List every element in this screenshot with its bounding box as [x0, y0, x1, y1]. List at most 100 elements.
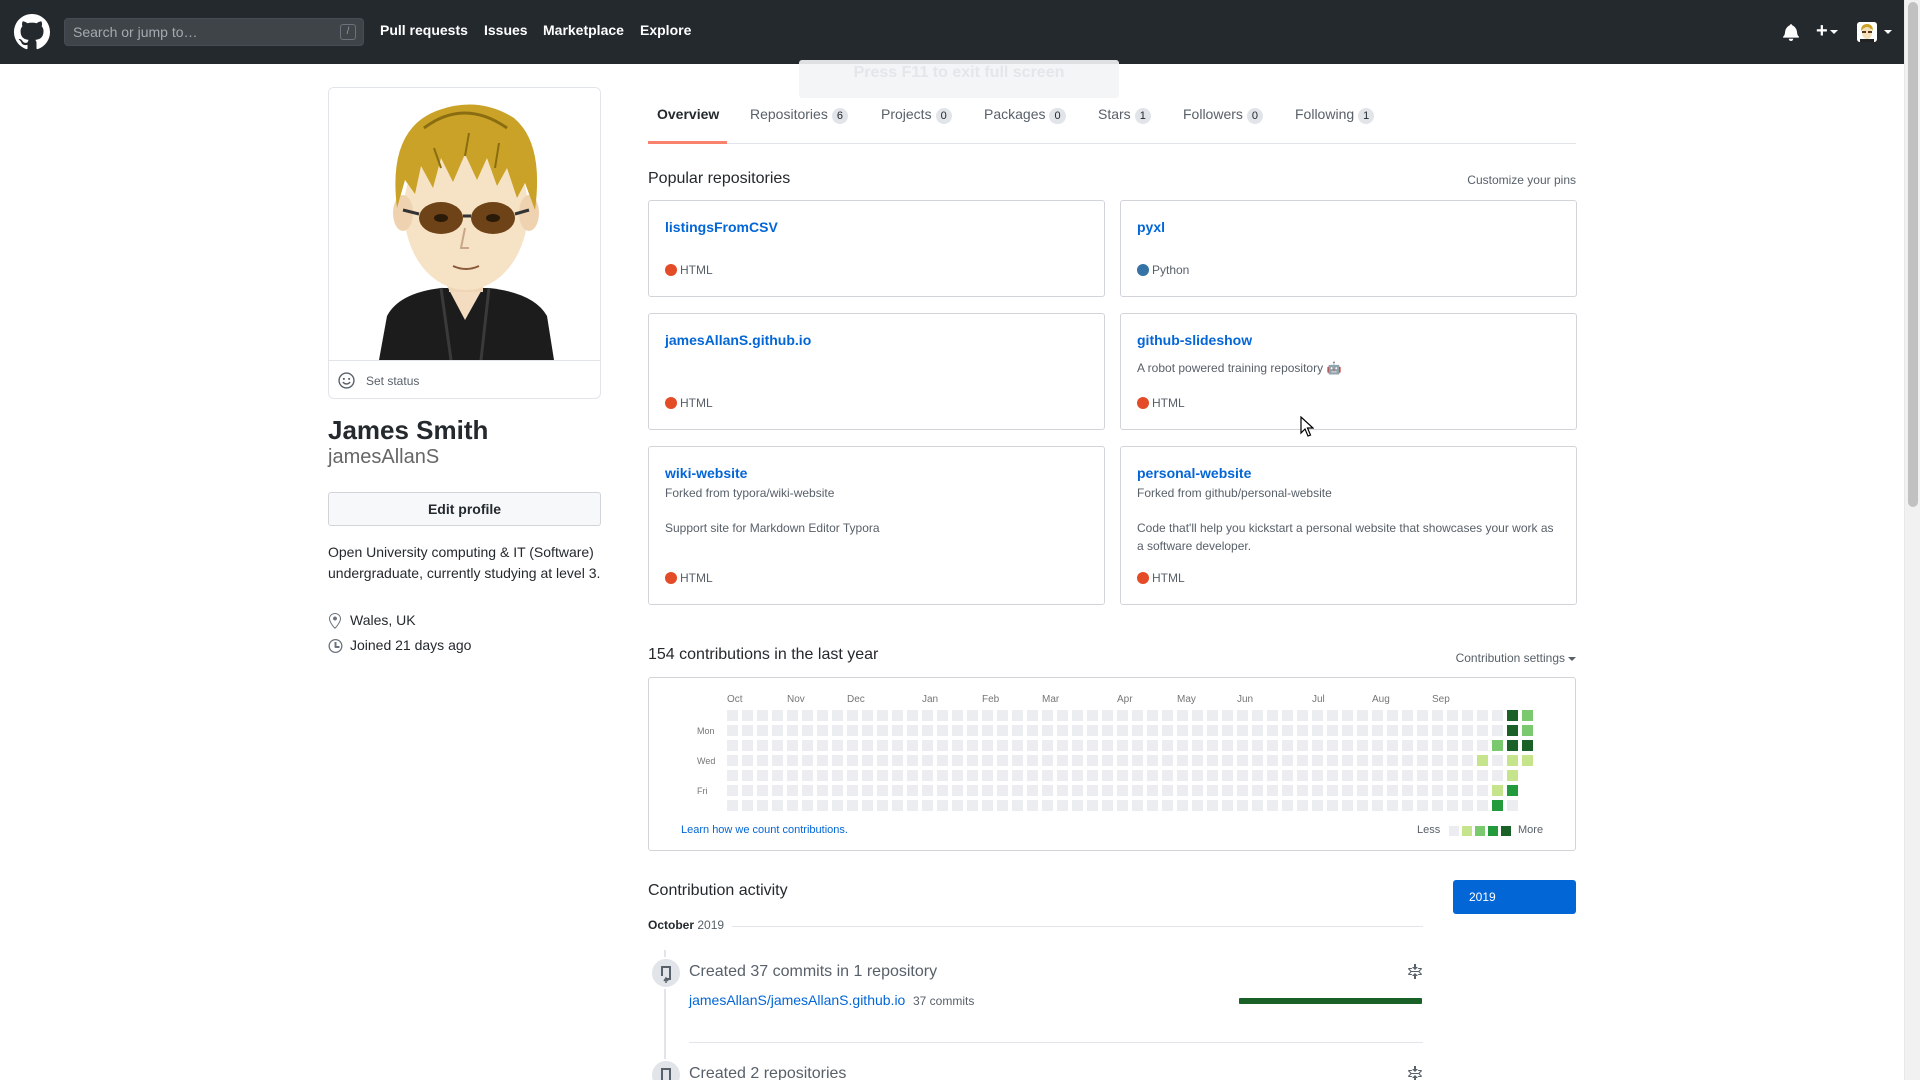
contribution-day[interactable] — [1267, 785, 1278, 796]
contribution-day[interactable] — [817, 725, 828, 736]
contribution-day[interactable] — [1432, 800, 1443, 811]
contribution-day[interactable] — [922, 770, 933, 781]
contribution-day[interactable] — [1072, 770, 1083, 781]
contribution-day[interactable] — [877, 785, 888, 796]
contribution-day[interactable] — [1387, 725, 1398, 736]
tab-stars[interactable]: Stars 1 — [1098, 106, 1151, 124]
contribution-day[interactable] — [982, 755, 993, 766]
contribution-day[interactable] — [1042, 800, 1053, 811]
contribution-day[interactable] — [997, 770, 1008, 781]
repo-name-link[interactable]: personal-website — [1137, 465, 1251, 481]
contribution-day[interactable] — [862, 725, 873, 736]
tab-following[interactable]: Following 1 — [1295, 106, 1375, 124]
contribution-day[interactable] — [1522, 755, 1533, 766]
contribution-day[interactable] — [1297, 725, 1308, 736]
contribution-day[interactable] — [1462, 740, 1473, 751]
repo-name-link[interactable]: pyxl — [1137, 219, 1165, 235]
contribution-day[interactable] — [1117, 755, 1128, 766]
contribution-day[interactable] — [952, 755, 963, 766]
contribution-day[interactable] — [1252, 710, 1263, 721]
activity-repo-link[interactable]: jamesAllanS/jamesAllanS.github.io — [689, 992, 905, 1008]
contribution-day[interactable] — [1117, 800, 1128, 811]
contribution-day[interactable] — [1042, 785, 1053, 796]
contribution-day[interactable] — [1177, 710, 1188, 721]
contribution-day[interactable] — [742, 785, 753, 796]
contribution-day[interactable] — [1147, 800, 1158, 811]
contribution-day[interactable] — [1057, 740, 1068, 751]
contribution-day[interactable] — [937, 770, 948, 781]
contribution-day[interactable] — [1402, 770, 1413, 781]
contribution-day[interactable] — [952, 770, 963, 781]
contribution-day[interactable] — [787, 710, 798, 721]
contribution-day[interactable] — [1462, 770, 1473, 781]
contribution-day[interactable] — [1507, 740, 1518, 751]
contribution-day[interactable] — [1057, 785, 1068, 796]
contribution-day[interactable] — [1477, 725, 1488, 736]
contribution-day[interactable] — [1102, 800, 1113, 811]
contribution-day[interactable] — [1417, 725, 1428, 736]
contribution-day[interactable] — [1297, 785, 1308, 796]
contribution-day[interactable] — [1282, 800, 1293, 811]
contribution-day[interactable] — [802, 710, 813, 721]
contribution-day[interactable] — [1327, 725, 1338, 736]
contribution-day[interactable] — [757, 785, 768, 796]
contribution-day[interactable] — [937, 725, 948, 736]
contribution-day[interactable] — [1462, 755, 1473, 766]
contribution-day[interactable] — [1507, 770, 1518, 781]
contribution-day[interactable] — [1507, 755, 1518, 766]
contribution-day[interactable] — [1432, 785, 1443, 796]
contribution-day[interactable] — [1447, 740, 1458, 751]
contribution-day[interactable] — [997, 710, 1008, 721]
contribution-day[interactable] — [1192, 710, 1203, 721]
contribution-day[interactable] — [1102, 740, 1113, 751]
contribution-day[interactable] — [847, 785, 858, 796]
contribution-day[interactable] — [787, 755, 798, 766]
contribution-day[interactable] — [1507, 785, 1518, 796]
contribution-day[interactable] — [1357, 755, 1368, 766]
contribution-day[interactable] — [1267, 725, 1278, 736]
contribution-day[interactable] — [1132, 770, 1143, 781]
contribution-day[interactable] — [727, 800, 738, 811]
contribution-day[interactable] — [1417, 710, 1428, 721]
contribution-day[interactable] — [1162, 725, 1173, 736]
contribution-day[interactable] — [892, 800, 903, 811]
contribution-day[interactable] — [1462, 725, 1473, 736]
contribution-day[interactable] — [1177, 755, 1188, 766]
contribution-day[interactable] — [1222, 785, 1233, 796]
contribution-day[interactable] — [1492, 770, 1503, 781]
contribution-day[interactable] — [877, 740, 888, 751]
contribution-day[interactable] — [952, 800, 963, 811]
contribution-day[interactable] — [1027, 770, 1038, 781]
contribution-day[interactable] — [1522, 725, 1533, 736]
contribution-day[interactable] — [1057, 770, 1068, 781]
repo-name-link[interactable]: wiki-website — [665, 465, 747, 481]
contribution-day[interactable] — [922, 785, 933, 796]
contribution-day[interactable] — [1162, 800, 1173, 811]
contribution-day[interactable] — [1447, 770, 1458, 781]
contribution-day[interactable] — [1267, 770, 1278, 781]
contribution-day[interactable] — [1027, 740, 1038, 751]
contribution-day[interactable] — [1342, 725, 1353, 736]
contribution-day[interactable] — [952, 725, 963, 736]
contribution-day[interactable] — [1147, 755, 1158, 766]
contribution-day[interactable] — [982, 785, 993, 796]
contribution-day[interactable] — [1402, 725, 1413, 736]
contribution-day[interactable] — [832, 755, 843, 766]
contribution-day[interactable] — [907, 740, 918, 751]
contribution-day[interactable] — [1177, 725, 1188, 736]
contribution-day[interactable] — [817, 800, 828, 811]
nav-pull-requests[interactable]: Pull requests — [380, 22, 468, 38]
contribution-day[interactable] — [1042, 725, 1053, 736]
contribution-day[interactable] — [1192, 785, 1203, 796]
contribution-day[interactable] — [1237, 800, 1248, 811]
contribution-day[interactable] — [742, 800, 753, 811]
scrollbar-thumb[interactable] — [1908, 2, 1918, 507]
contribution-day[interactable] — [952, 740, 963, 751]
contribution-day[interactable] — [1162, 755, 1173, 766]
contribution-day[interactable] — [757, 770, 768, 781]
contribution-day[interactable] — [1012, 785, 1023, 796]
contribution-day[interactable] — [1387, 770, 1398, 781]
contribution-day[interactable] — [1027, 755, 1038, 766]
contribution-day[interactable] — [1372, 710, 1383, 721]
contribution-day[interactable] — [937, 740, 948, 751]
